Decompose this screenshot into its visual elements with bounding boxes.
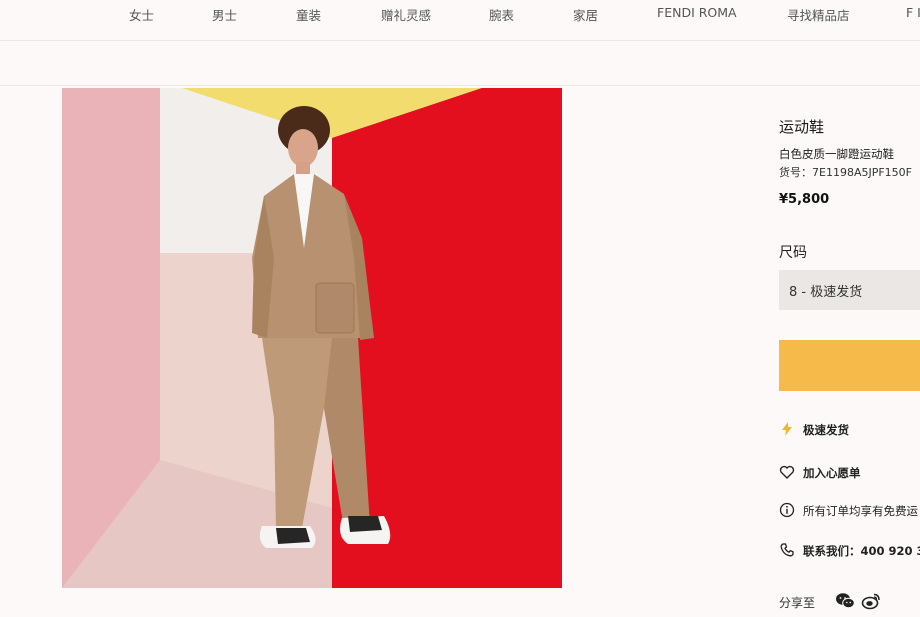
lightning-icon bbox=[782, 422, 792, 436]
product-photo bbox=[62, 88, 562, 588]
wishlist-row[interactable]: 加入心愿单 bbox=[779, 463, 920, 483]
express-delivery-text: 极速发货 bbox=[803, 423, 849, 437]
contact-text[interactable]: 联系我们：400 920 37 bbox=[803, 543, 920, 559]
heart-icon bbox=[779, 465, 795, 479]
wechat-icon[interactable] bbox=[835, 592, 855, 610]
share-label: 分享至 bbox=[779, 596, 816, 610]
size-select[interactable]: 8 - 极速发货 bbox=[779, 270, 920, 310]
add-to-cart-button[interactable] bbox=[779, 340, 920, 391]
phone-icon bbox=[780, 543, 794, 557]
nav-item-gifts[interactable]: 赠礼灵感 bbox=[381, 5, 431, 24]
weibo-icon[interactable] bbox=[861, 592, 881, 610]
product-price: ¥5,800 bbox=[779, 192, 830, 207]
product-info-panel: 运动鞋 白色皮质一脚蹬运动鞋 货号：7E1198A5JPF150F ¥5,800… bbox=[779, 0, 920, 617]
product-title: 运动鞋 bbox=[779, 118, 825, 136]
nav-item-home[interactable]: 家居 bbox=[573, 5, 598, 24]
wishlist-text[interactable]: 加入心愿单 bbox=[803, 465, 861, 481]
nav-item-women[interactable]: 女士 bbox=[129, 5, 154, 24]
size-select-value: 8 - 极速发货 bbox=[789, 285, 863, 300]
free-shipping-row: 所有订单均享有免费运 bbox=[779, 501, 920, 521]
free-shipping-text: 所有订单均享有免费运 bbox=[803, 504, 918, 518]
contact-row[interactable]: 联系我们：400 920 37 bbox=[779, 541, 920, 561]
nav-item-kids[interactable]: 童装 bbox=[296, 5, 321, 24]
nav-item-fendi-roma[interactable]: FENDI ROMA bbox=[657, 5, 737, 20]
product-subtitle: 白色皮质一脚蹬运动鞋 bbox=[779, 147, 894, 161]
size-label: 尺码 bbox=[779, 245, 807, 261]
product-image[interactable] bbox=[62, 88, 562, 588]
express-delivery-row: 极速发货 bbox=[779, 420, 920, 440]
nav-item-men[interactable]: 男士 bbox=[212, 5, 237, 24]
product-sku: 货号：7E1198A5JPF150F bbox=[779, 166, 912, 179]
nav-item-watches[interactable]: 腕表 bbox=[489, 5, 514, 24]
info-icon bbox=[779, 502, 795, 518]
